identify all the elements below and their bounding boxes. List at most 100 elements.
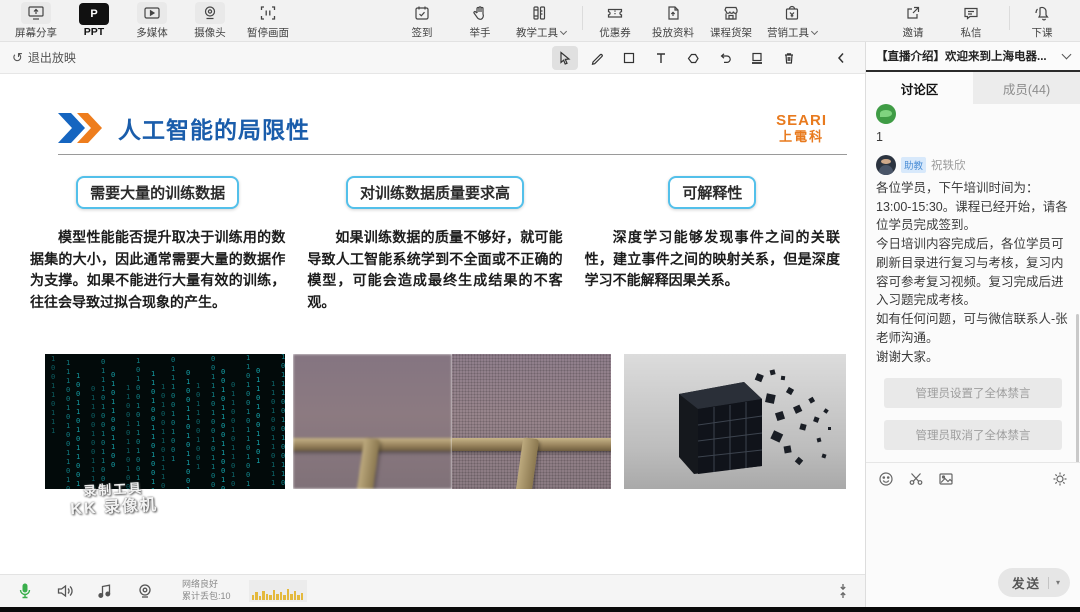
send-button[interactable]: 发送 ▾ [997,568,1070,597]
column-heading: 可解释性 [668,176,757,209]
chevron-down-icon [810,27,819,35]
packet-loss-label: 累计丢包:10 [182,591,231,601]
send-options-icon[interactable]: ▾ [1056,578,1060,587]
slide-images: 0100110111 111001010011010 100110101100100… [45,354,846,489]
system-message: 管理员取消了全体禁言 [884,420,1062,451]
window-bottom-strip [0,607,1080,612]
chevron-down-icon[interactable] [1061,49,1072,60]
send-divider [1047,576,1049,589]
pause-frame-button[interactable]: 暂停画面 [246,2,290,40]
pause-frame-icon [253,2,283,24]
chat-message-list[interactable]: 1 助教 祝轶欣 各位学员，下午培训时间为：13:00-15:30。课程已经开始… [866,104,1080,462]
board-tool-button[interactable] [744,46,770,70]
rope-panel-right [452,354,611,489]
chat-panel: 【直播介绍】欢迎来到上海电器... 讨论区 成员(44) 1 助教 祝轶欣 各位… [865,42,1080,607]
private-message-button[interactable]: 私信 [949,2,993,40]
network-quality-label: 网络良好 [182,579,219,590]
text-tool-button[interactable] [648,46,674,70]
network-bars-indicator [248,580,307,602]
teaching-tools-button[interactable]: 教学工具 [516,2,568,40]
tab-discussion[interactable]: 讨论区 [866,72,973,104]
sign-in-icon [407,2,437,24]
network-status: 网络良好 累计丢包:10 [182,579,231,602]
screen-share-icon [21,1,51,24]
sign-in-label: 签到 [411,26,433,39]
watermark-line2: KK 录像机 [70,496,159,519]
ppt-button[interactable]: P PPT [72,3,116,38]
eraser-tool-button[interactable] [680,46,706,70]
chat-input-toolbar [866,463,1080,487]
top-toolbar: 屏幕分享 P PPT 多媒体 摄像头 暂停画面 签到 举手 教学工具 优惠券 投… [0,0,1080,42]
invite-button[interactable]: 邀请 [891,2,935,40]
cut-icon[interactable] [908,471,924,487]
message-text: 如有任何问题，可与微信联系人-张老师沟通。 [876,312,1068,345]
toolbar-divider [582,5,583,30]
marketing-tools-label: 营销工具 [767,25,819,40]
emoji-icon[interactable] [878,471,894,487]
marketing-tools-icon [777,2,807,24]
cursor-tool-button[interactable] [552,46,578,70]
column-heading: 对训练数据质量要求高 [345,176,524,209]
toolbar-divider [1009,5,1010,30]
shape-tool-button[interactable] [616,46,642,70]
undo-tool-button[interactable] [712,46,738,70]
materials-label: 投放资料 [652,26,694,39]
image-icon[interactable] [938,471,954,487]
prev-slide-button[interactable] [828,46,854,70]
exit-presentation-icon: ↺ [12,49,23,65]
logo-text-seari: SEARI [776,112,827,129]
ppt-icon: P [79,3,109,25]
materials-button[interactable]: 投放资料 [651,2,695,40]
course-shelf-button[interactable]: 课程货架 [709,2,753,40]
bottom-status-bar: 网络良好 累计丢包:10 [0,574,865,607]
private-message-label: 私信 [960,26,982,39]
message-text: 谢谢大家。 [876,349,939,364]
column-body: 如果训练数据的质量不够好，就可能导致人工智能系统学到不全面或不正确的模型，可能会… [307,229,563,311]
marketing-tools-button[interactable]: 营销工具 [767,2,819,40]
speaker-button[interactable] [54,583,76,599]
course-shelf-label: 课程货架 [710,26,752,39]
message-textarea[interactable] [866,487,1080,547]
collapse-toolbar-icon[interactable] [835,583,851,599]
chat-scrollbar[interactable] [1076,314,1079,462]
pause-frame-label: 暂停画面 [247,26,289,39]
sign-in-button[interactable]: 签到 [400,2,444,40]
pen-tool-button[interactable] [584,46,610,70]
multimedia-button[interactable]: 多媒体 [130,1,174,40]
live-intro-header[interactable]: 【直播介绍】欢迎来到上海电器... [866,42,1080,72]
ppt-slide: 人工智能的局限性 SEARI 上電科 需要大量的训练数据 模型性能能否提升取决于… [0,74,865,574]
chevron-down-icon [559,27,568,35]
chat-tabs: 讨论区 成员(44) [866,72,1080,104]
sender-name: 祝轶欣 [931,159,966,172]
tab-members[interactable]: 成员(44) [973,72,1080,104]
chat-input-area: 发送 ▾ [866,462,1080,607]
end-class-label: 下课 [1031,26,1053,39]
raise-hand-button[interactable]: 举手 [458,2,502,40]
message-text: 各位学员，下午培训时间为：13:00-15:30。课程已经开始，请各位学员完成签… [876,180,1068,233]
teaching-tools-icon [526,2,556,24]
column-training-data: 需要大量的训练数据 模型性能能否提升取决于训练用的数据集的大小，因此通常需要大量… [30,176,285,314]
gear-icon[interactable] [1052,471,1068,487]
microphone-button[interactable] [14,582,36,600]
camera-button[interactable]: 摄像头 [188,1,232,40]
column-body: 深度学习能够发现事件之间的关联性，建立事件之间的映射关系，但是深度学习不能解释因… [584,229,840,289]
rope-panel-left [293,354,452,489]
screen-share-button[interactable]: 屏幕分享 [14,1,58,40]
column-explainability: 可解释性 深度学习能够发现事件之间的关联性，建立事件之间的映射关系，但是深度学习… [585,176,840,314]
music-button[interactable] [94,583,116,599]
raise-hand-label: 举手 [469,26,491,39]
coupon-button[interactable]: 优惠券 [593,2,637,40]
message-text: 1 [876,130,883,144]
live-class-window: 屏幕分享 P PPT 多媒体 摄像头 暂停画面 签到 举手 教学工具 优惠券 投… [0,0,1080,612]
materials-icon [658,2,688,24]
send-label: 发送 [1011,577,1041,591]
title-chevron-icon [58,113,102,143]
delete-tool-button[interactable] [776,46,802,70]
chat-message: 1 [876,104,1070,147]
exit-presentation-button[interactable]: ↺ 退出放映 [12,49,76,66]
end-class-button[interactable]: 下课 [1020,2,1064,40]
coupon-icon [600,2,630,24]
annotation-toolbar [552,42,886,74]
webcam-button[interactable] [134,583,156,599]
column-heading: 需要大量的训练数据 [76,176,240,209]
